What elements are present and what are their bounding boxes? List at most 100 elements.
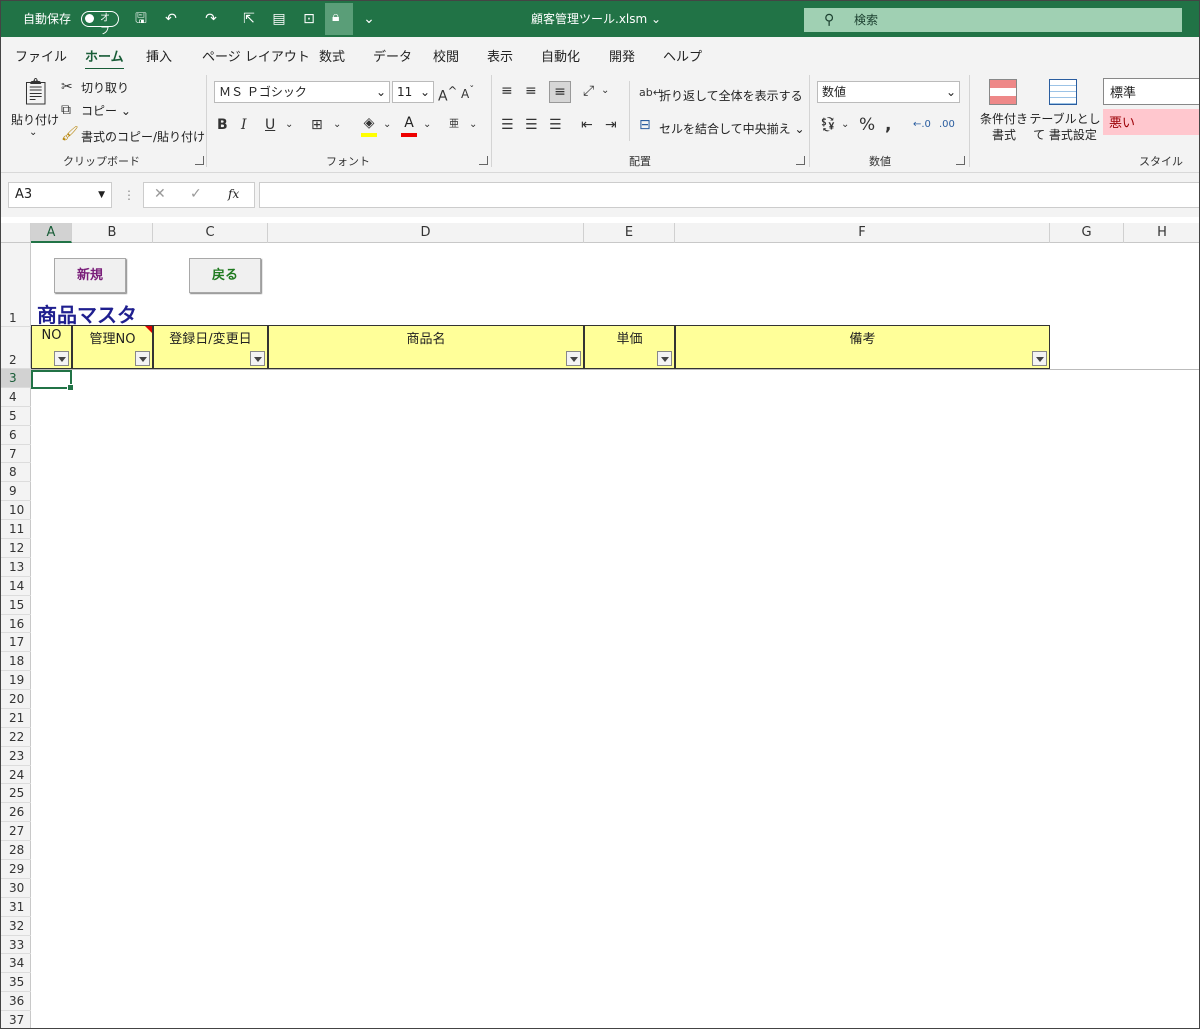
- font-color-icon[interactable]: A: [401, 113, 417, 137]
- filter-dropdown-icon[interactable]: [135, 351, 150, 366]
- file-name[interactable]: 顧客管理ツール.xlsm ⌄: [531, 1, 661, 37]
- tab-review[interactable]: 校閲: [433, 46, 459, 65]
- row-header[interactable]: 6: [1, 426, 31, 445]
- orientation-icon[interactable]: ⤢: [583, 81, 594, 101]
- row-header[interactable]: 34: [1, 954, 31, 974]
- undo-icon[interactable]: ↶: [161, 9, 181, 29]
- align-left-icon[interactable]: ☰: [501, 115, 514, 135]
- row-header[interactable]: 3: [1, 369, 31, 388]
- filter-dropdown-icon[interactable]: [250, 351, 265, 366]
- tab-formulas[interactable]: 数式: [319, 46, 345, 65]
- new-button[interactable]: 新規: [54, 258, 126, 293]
- clipboard-launcher-icon[interactable]: [195, 156, 204, 165]
- enter-icon[interactable]: ✓: [190, 186, 202, 202]
- row-header[interactable]: 2: [1, 327, 31, 369]
- borders-dropdown-icon[interactable]: ⌄: [333, 115, 341, 135]
- row-header[interactable]: 35: [1, 973, 31, 993]
- tab-insert[interactable]: 挿入: [146, 46, 172, 65]
- column-header-a[interactable]: A: [31, 223, 72, 243]
- format-as-table-icon[interactable]: [1049, 79, 1077, 105]
- paste-icon[interactable]: 📋︎: [19, 77, 52, 107]
- formula-input[interactable]: [259, 182, 1199, 208]
- column-header-h[interactable]: H: [1124, 223, 1199, 243]
- alignment-launcher-icon[interactable]: [796, 156, 805, 165]
- bold-button[interactable]: B: [217, 115, 228, 135]
- column-header-f[interactable]: F: [675, 223, 1050, 243]
- phonetic-icon[interactable]: 亜: [449, 115, 459, 135]
- cancel-icon[interactable]: ✕: [154, 186, 166, 202]
- lock-icon[interactable]: 🔒︎: [325, 3, 353, 35]
- select-all-corner[interactable]: [1, 223, 31, 243]
- row-header[interactable]: 4: [1, 388, 31, 407]
- grow-font-icon[interactable]: A^: [438, 81, 457, 107]
- wrap-text-button[interactable]: 折り返して全体を表示する: [659, 87, 803, 104]
- align-center-icon[interactable]: ☰: [525, 115, 538, 135]
- style-bad[interactable]: 悪い: [1103, 109, 1199, 135]
- format-as-table-button[interactable]: テーブルとして 書式設定: [1029, 111, 1101, 143]
- fill-color-icon[interactable]: ◈: [361, 113, 377, 137]
- merge-center-icon[interactable]: ⊟: [639, 115, 651, 135]
- insert-function-icon[interactable]: fx: [228, 187, 239, 201]
- row-header[interactable]: 17: [1, 633, 31, 653]
- row-header[interactable]: 16: [1, 615, 31, 634]
- customize-qat-icon[interactable]: ⌄: [359, 9, 379, 29]
- align-right-icon[interactable]: ☰: [549, 115, 562, 135]
- row-header[interactable]: 14: [1, 577, 31, 596]
- search-box[interactable]: ⚲ 検索: [804, 8, 1182, 32]
- underline-button[interactable]: U: [265, 115, 275, 135]
- align-middle-icon[interactable]: ≡: [525, 81, 537, 101]
- row-header[interactable]: 23: [1, 747, 31, 766]
- italic-button[interactable]: I: [241, 115, 247, 135]
- currency-dropdown-icon[interactable]: ⌄: [841, 115, 849, 135]
- paste-dropdown-icon[interactable]: ⌄: [29, 127, 37, 138]
- font-color-dropdown-icon[interactable]: ⌄: [423, 115, 431, 135]
- row-header[interactable]: 11: [1, 520, 31, 539]
- row-header[interactable]: 37: [1, 1011, 31, 1028]
- row-header[interactable]: 20: [1, 690, 31, 709]
- tab-developer[interactable]: 開発: [609, 46, 635, 65]
- style-normal[interactable]: 標準: [1103, 78, 1199, 105]
- column-header-g[interactable]: G: [1050, 223, 1124, 243]
- column-header-b[interactable]: B: [72, 223, 153, 243]
- tab-home[interactable]: ホーム: [85, 46, 124, 71]
- row-header[interactable]: 13: [1, 558, 31, 577]
- column-header-c[interactable]: C: [153, 223, 268, 243]
- row-header[interactable]: 29: [1, 860, 31, 879]
- row-header[interactable]: 9: [1, 482, 31, 502]
- back-button[interactable]: 戻る: [189, 258, 261, 293]
- tab-help[interactable]: ヘルプ: [663, 46, 702, 65]
- filter-dropdown-icon[interactable]: [566, 351, 581, 366]
- row-header[interactable]: 28: [1, 841, 31, 861]
- row-header[interactable]: 19: [1, 671, 31, 691]
- active-cell-a3[interactable]: [31, 370, 74, 391]
- tab-data[interactable]: データ: [373, 46, 412, 65]
- merge-center-button[interactable]: セルを結合して中央揃え ⌄: [659, 120, 805, 137]
- row-header[interactable]: 30: [1, 879, 31, 898]
- conditional-format-icon[interactable]: [989, 79, 1017, 105]
- save-icon[interactable]: 🖫: [131, 9, 151, 29]
- tab-file[interactable]: ファイル: [15, 46, 67, 65]
- align-top-icon[interactable]: ≡: [501, 81, 513, 101]
- row-header[interactable]: 31: [1, 898, 31, 917]
- underline-dropdown-icon[interactable]: ⌄: [285, 115, 293, 135]
- fill-color-dropdown-icon[interactable]: ⌄: [383, 115, 391, 135]
- format-painter-icon[interactable]: 🖌︎: [61, 124, 79, 144]
- row-header[interactable]: 25: [1, 784, 31, 804]
- increase-decimal-icon[interactable]: ←.0: [913, 115, 931, 135]
- increase-indent-icon[interactable]: ⇥: [605, 115, 617, 135]
- row-header[interactable]: 8: [1, 463, 31, 483]
- row-header[interactable]: 24: [1, 766, 31, 785]
- row-header[interactable]: 15: [1, 596, 31, 615]
- tab-page-layout[interactable]: ページ レイアウト: [202, 46, 310, 65]
- filter-dropdown-icon[interactable]: [657, 351, 672, 366]
- row-header[interactable]: 1: [1, 243, 31, 327]
- comma-style-icon[interactable]: ,: [885, 115, 891, 135]
- percent-icon[interactable]: %: [859, 115, 875, 135]
- conditional-format-button[interactable]: 条件付き 書式: [978, 111, 1030, 143]
- font-launcher-icon[interactable]: [479, 156, 488, 165]
- worksheet[interactable]: 新規 戻る 商品マスタ NO 管理NO 登録日/変更日 商品名 単価 備考: [31, 243, 1199, 1028]
- column-header-e[interactable]: E: [584, 223, 675, 243]
- shrink-font-icon[interactable]: Aˇ: [461, 81, 474, 104]
- cut-icon[interactable]: ✂: [61, 77, 73, 97]
- borders-icon[interactable]: ⊞: [311, 115, 323, 135]
